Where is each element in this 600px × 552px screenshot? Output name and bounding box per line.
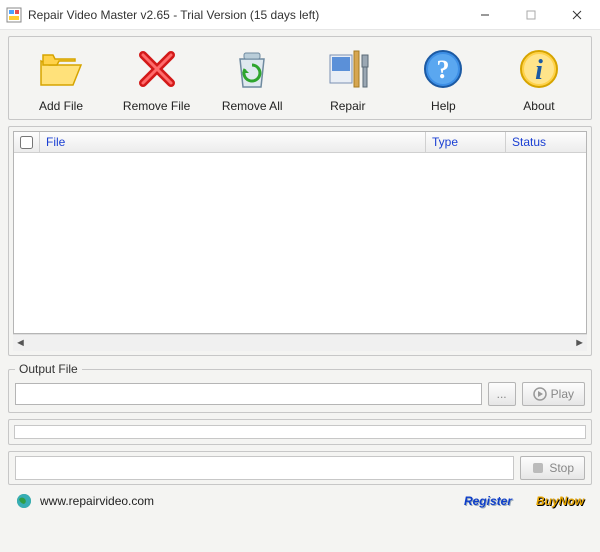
file-grid[interactable]: File Type Status <box>13 131 587 334</box>
remove-x-icon <box>133 45 181 93</box>
add-file-button[interactable]: Add File <box>21 45 101 113</box>
window-title: Repair Video Master v2.65 - Trial Versio… <box>28 8 462 22</box>
file-list-panel: File Type Status ◄ ► <box>8 126 592 356</box>
stop-spacer <box>15 456 514 480</box>
select-all-checkbox[interactable] <box>20 136 33 149</box>
repair-tools-icon <box>324 45 372 93</box>
progress-panel <box>8 419 592 445</box>
scroll-left-icon[interactable]: ◄ <box>15 337 26 349</box>
minimize-icon <box>480 10 490 20</box>
remove-all-button[interactable]: Remove All <box>212 45 292 113</box>
help-icon: ? <box>419 45 467 93</box>
remove-file-button[interactable]: Remove File <box>117 45 197 113</box>
add-file-label: Add File <box>39 99 83 113</box>
output-file-legend: Output File <box>15 362 82 376</box>
recycle-bin-icon <box>228 45 276 93</box>
stop-icon <box>531 461 545 475</box>
browse-label: ... <box>497 387 507 401</box>
scroll-right-icon[interactable]: ► <box>574 337 585 349</box>
minimize-button[interactable] <box>462 0 508 30</box>
stop-button[interactable]: Stop <box>520 456 585 480</box>
main-toolbar: Add File Remove File Remove All <box>8 36 592 120</box>
close-icon <box>572 10 582 20</box>
title-bar: Repair Video Master v2.65 - Trial Versio… <box>0 0 600 30</box>
register-link[interactable]: Register <box>464 494 512 508</box>
help-button[interactable]: ? Help <box>403 45 483 113</box>
stop-label: Stop <box>549 461 574 475</box>
column-type[interactable]: Type <box>426 132 506 152</box>
play-label: Play <box>551 387 574 401</box>
maximize-icon <box>526 10 536 20</box>
browse-button[interactable]: ... <box>488 382 516 406</box>
column-status[interactable]: Status <box>506 132 586 152</box>
output-file-input[interactable] <box>15 383 482 405</box>
repair-button[interactable]: Repair <box>308 45 388 113</box>
play-icon <box>533 387 547 401</box>
repair-label: Repair <box>330 99 365 113</box>
close-button[interactable] <box>554 0 600 30</box>
app-icon <box>6 7 22 23</box>
svg-text:?: ? <box>437 55 450 84</box>
svg-text:i: i <box>535 55 543 86</box>
globe-icon <box>16 493 32 509</box>
about-label: About <box>523 99 554 113</box>
horizontal-scrollbar[interactable]: ◄ ► <box>13 334 587 351</box>
stop-panel: Stop <box>8 451 592 485</box>
website-link[interactable]: www.repairvideo.com <box>40 494 154 508</box>
column-checkbox[interactable] <box>14 132 40 152</box>
play-button[interactable]: Play <box>522 382 585 406</box>
help-label: Help <box>431 99 456 113</box>
footer: www.repairvideo.com Register BuyNow <box>8 491 592 513</box>
folder-open-icon <box>37 45 85 93</box>
grid-header-row: File Type Status <box>14 132 586 153</box>
output-file-group: Output File ... Play <box>8 362 592 413</box>
info-icon: i <box>515 45 563 93</box>
buynow-link[interactable]: BuyNow <box>536 494 584 508</box>
progress-bar <box>14 425 586 439</box>
column-file[interactable]: File <box>40 132 426 152</box>
about-button[interactable]: i About <box>499 45 579 113</box>
maximize-button[interactable] <box>508 0 554 30</box>
remove-all-label: Remove All <box>222 99 283 113</box>
grid-body[interactable] <box>14 153 586 333</box>
remove-file-label: Remove File <box>123 99 190 113</box>
